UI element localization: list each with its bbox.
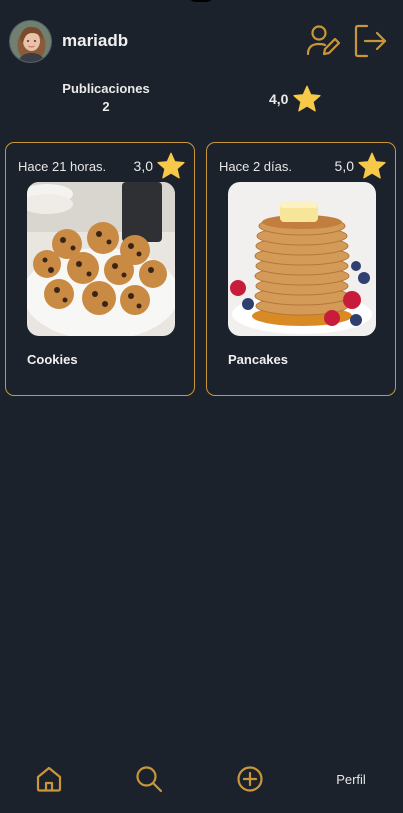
post-time: Hace 21 horas. [18,158,107,174]
search-icon[interactable] [135,765,163,793]
edit-profile-icon[interactable] [305,23,341,59]
home-icon[interactable] [35,765,63,793]
bottom-navigation: Perfil [0,753,403,813]
post-rating: 5,0 [335,151,387,181]
publications-label: Publicaciones [62,81,150,96]
avatar[interactable] [9,19,52,63]
post-time: Hace 2 días. [219,158,292,174]
profile-stats: Publicaciones 2 4,0 [0,80,403,120]
add-icon[interactable] [236,765,264,793]
post-rating-value: 3,0 [133,158,153,174]
star-icon [157,152,185,179]
pancakes-photo[interactable] [228,182,376,336]
camera-notch [188,0,214,2]
star-icon [358,152,386,179]
rating-value: 4,0 [269,91,289,107]
cookies-photo[interactable] [27,182,175,336]
post-card[interactable]: Hace 2 días. 5,0 Pancakes [206,142,396,396]
nav-profile[interactable]: Perfil [330,765,372,793]
profile-header: mariadb [9,18,389,64]
logout-icon[interactable] [353,23,389,59]
publications-stat: Publicaciones 2 [56,80,156,116]
username: mariadb [62,31,129,50]
publications-count: 2 [102,99,110,114]
post-title: Cookies [27,352,78,367]
post-title: Pancakes [228,352,288,367]
average-rating: 4,0 [269,84,322,114]
post-rating: 3,0 [134,151,186,181]
star-icon [293,85,322,112]
post-rating-value: 5,0 [334,158,354,174]
post-card[interactable]: Hace 21 horas. 3,0 Cookies [5,142,195,396]
